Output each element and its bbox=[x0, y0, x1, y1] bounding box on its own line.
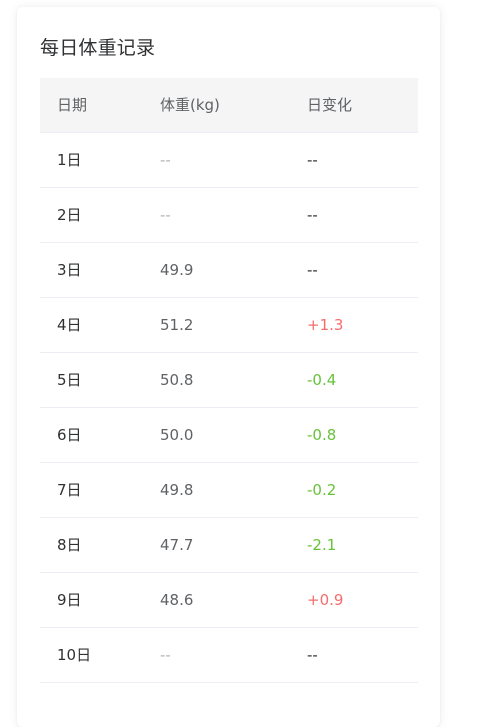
weight-cell: 50.8 bbox=[160, 371, 194, 389]
date-cell: 6日 bbox=[57, 426, 82, 444]
date-cell: 2日 bbox=[57, 206, 82, 224]
change-cell: -0.8 bbox=[307, 426, 337, 444]
table-row: 8日 47.7 -2.1 bbox=[40, 518, 418, 573]
change-cell: +0.9 bbox=[307, 591, 344, 609]
header-date: 日期 bbox=[57, 96, 88, 114]
weight-table: 日期 体重(kg) 日变化 1日 -- -- 2日 -- -- 3日 49.9 -- 4日 51.2… bbox=[40, 78, 418, 683]
date-cell: 10日 bbox=[57, 646, 92, 664]
weight-cell: -- bbox=[160, 206, 171, 224]
change-cell: -- bbox=[307, 151, 318, 169]
weight-cell: -- bbox=[160, 151, 171, 169]
change-cell: +1.3 bbox=[307, 316, 344, 334]
table-body: 1日 -- -- 2日 -- -- 3日 49.9 -- 4日 51.2 +1.3 5日 50.8 -0.4… bbox=[40, 133, 418, 683]
table-row: 7日 49.8 -0.2 bbox=[40, 463, 418, 518]
table-row: 10日 -- -- bbox=[40, 628, 418, 683]
date-cell: 4日 bbox=[57, 316, 82, 334]
date-cell: 5日 bbox=[57, 371, 82, 389]
date-cell: 7日 bbox=[57, 481, 82, 499]
date-cell: 9日 bbox=[57, 591, 82, 609]
card-title: 每日体重记录 bbox=[40, 37, 156, 59]
change-cell: -- bbox=[307, 261, 318, 279]
change-cell: -0.4 bbox=[307, 371, 337, 389]
table-row: 5日 50.8 -0.4 bbox=[40, 353, 418, 408]
date-cell: 1日 bbox=[57, 151, 82, 169]
header-change: 日变化 bbox=[307, 96, 353, 114]
weight-cell: 48.6 bbox=[160, 591, 194, 609]
change-cell: -2.1 bbox=[307, 536, 337, 554]
weight-cell: 49.8 bbox=[160, 481, 194, 499]
weight-cell: 49.9 bbox=[160, 261, 194, 279]
table-row: 9日 48.6 +0.9 bbox=[40, 573, 418, 628]
weight-record-card: 每日体重记录 日期 体重(kg) 日变化 1日 -- -- 2日 -- -- 3日 49.9 -… bbox=[17, 7, 440, 727]
weight-cell: 51.2 bbox=[160, 316, 194, 334]
weight-cell: 50.0 bbox=[160, 426, 194, 444]
change-cell: -- bbox=[307, 206, 318, 224]
weight-cell: -- bbox=[160, 646, 171, 664]
table-row: 4日 51.2 +1.3 bbox=[40, 298, 418, 353]
table-row: 6日 50.0 -0.8 bbox=[40, 408, 418, 463]
header-weight: 体重(kg) bbox=[160, 96, 220, 114]
table-row: 3日 49.9 -- bbox=[40, 243, 418, 298]
table-row: 2日 -- -- bbox=[40, 188, 418, 243]
date-cell: 3日 bbox=[57, 261, 82, 279]
change-cell: -- bbox=[307, 646, 318, 664]
date-cell: 8日 bbox=[57, 536, 82, 554]
table-header-row: 日期 体重(kg) 日变化 bbox=[40, 78, 418, 133]
change-cell: -0.2 bbox=[307, 481, 337, 499]
weight-cell: 47.7 bbox=[160, 536, 194, 554]
table-row: 1日 -- -- bbox=[40, 133, 418, 188]
